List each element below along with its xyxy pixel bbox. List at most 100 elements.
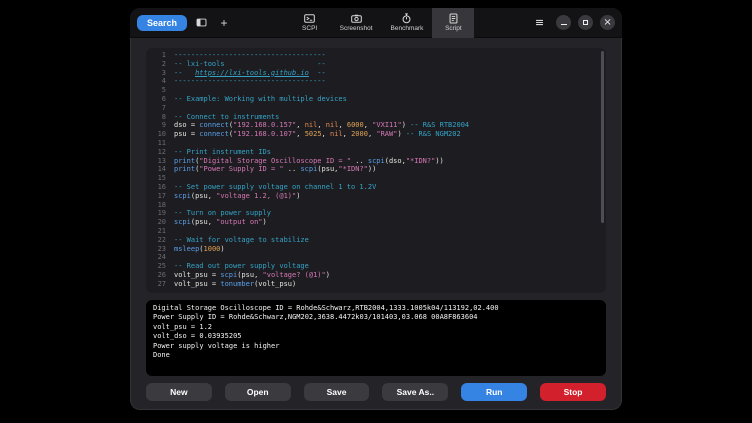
save-as-button[interactable]: Save As.. — [382, 383, 448, 401]
new-tab-button[interactable]: + — [215, 14, 233, 32]
code-lines: 1------------------------------------2--… — [151, 51, 596, 289]
line-number: 9 — [151, 121, 166, 130]
console-line: volt_dso = 0.03935205 — [153, 332, 599, 341]
line-number: 8 — [151, 113, 166, 122]
save-button[interactable]: Save — [304, 383, 370, 401]
code-text: -- Turn on power supply — [174, 209, 271, 218]
code-line: 14print("Power Supply ID = " .. scpi(psu… — [151, 165, 596, 174]
tab-bar: SCPI Screenshot Benchmark — [289, 8, 475, 38]
code-editor[interactable]: 1------------------------------------2--… — [146, 48, 606, 293]
line-number: 17 — [151, 192, 166, 201]
tab-screenshot[interactable]: Screenshot — [331, 8, 382, 38]
console-line: Power Supply ID = Rohde&Schwarz,NGM202,3… — [153, 313, 599, 322]
stop-button[interactable]: Stop — [540, 383, 606, 401]
line-number: 12 — [151, 148, 166, 157]
code-line: 9dso = connect("192.168.0.157", nil, nil… — [151, 121, 596, 130]
maximize-button[interactable] — [578, 15, 593, 30]
titlebar: Search + SCPI Sc — [130, 8, 622, 38]
window-content: 1------------------------------------2--… — [130, 38, 622, 410]
code-line: 18 — [151, 201, 596, 210]
code-text: volt_psu = scpi(psu, "voltage? (@1)") — [174, 271, 330, 280]
scrollbar-thumb[interactable] — [601, 51, 604, 223]
line-number: 10 — [151, 130, 166, 139]
console-line: Done — [153, 351, 599, 360]
window-controls: × — [556, 15, 615, 30]
line-number: 18 — [151, 201, 166, 210]
hamburger-menu-icon — [534, 17, 545, 28]
line-number: 13 — [151, 157, 166, 166]
tab-script[interactable]: Script — [432, 8, 474, 38]
code-line: 26volt_psu = scpi(psu, "voltage? (@1)") — [151, 271, 596, 280]
code-line: 2 -- lxi-tools -- — [151, 60, 596, 69]
code-text: -- Example: Working with multiple device… — [174, 95, 347, 104]
sidebar-toggle-icon — [196, 17, 207, 28]
code-line: 20scpi(psu, "output on") — [151, 218, 596, 227]
code-line: 16-- Set power supply voltage on channel… — [151, 183, 596, 192]
code-line: 13 print("Digital Storage Oscilloscope ID… — [151, 157, 596, 166]
code-line: 21 — [151, 227, 596, 236]
code-line: 8 -- Connect to instruments — [151, 113, 596, 122]
code-line: 17scpi(psu, "voltage 1.2, (@1)") — [151, 192, 596, 201]
line-number: 19 — [151, 209, 166, 218]
tab-scpi[interactable]: SCPI — [289, 8, 331, 38]
minimize-button[interactable] — [556, 15, 571, 30]
new-button[interactable]: New — [146, 383, 212, 401]
minimize-icon — [561, 24, 567, 26]
stopwatch-icon — [401, 13, 412, 24]
code-text: -- Set power supply voltage on channel 1… — [174, 183, 376, 192]
close-button[interactable]: × — [600, 15, 615, 30]
code-line: 27 volt_psu = tonumber(volt_psu) — [151, 280, 596, 289]
line-number: 23 — [151, 245, 166, 254]
camera-icon — [351, 13, 362, 24]
line-number: 14 — [151, 165, 166, 174]
line-number: 4 — [151, 77, 166, 86]
search-button[interactable]: Search — [137, 15, 187, 31]
editor-scrollbar[interactable] — [601, 51, 604, 290]
code-line: 1------------------------------------ — [151, 51, 596, 60]
line-number: 27 — [151, 280, 166, 289]
code-line: 4 ------------------------------------ — [151, 77, 596, 86]
code-text: -- lxi-tools -- — [174, 60, 326, 69]
terminal-icon — [304, 13, 315, 24]
code-line: 6 -- Example: Working with multiple devic… — [151, 95, 596, 104]
code-text: volt_psu = tonumber(volt_psu) — [174, 280, 296, 289]
tab-label: Script — [445, 25, 462, 32]
open-button[interactable]: Open — [225, 383, 291, 401]
code-text: ------------------------------------ — [174, 77, 326, 86]
line-number: 11 — [151, 139, 166, 148]
code-text: msleep(1000) — [174, 245, 225, 254]
primary-menu-button[interactable] — [530, 14, 548, 32]
maximize-icon — [583, 20, 588, 25]
console-line: Digital Storage Oscilloscope ID = Rohde&… — [153, 304, 599, 313]
line-number: 15 — [151, 174, 166, 183]
code-line: 3-- https://lxi-tools.github.io -- — [151, 69, 596, 78]
tab-benchmark[interactable]: Benchmark — [382, 8, 433, 38]
line-number: 25 — [151, 262, 166, 271]
code-text: psu = connect("192.168.0.107", 5025, nil… — [174, 130, 461, 139]
line-number: 6 — [151, 95, 166, 104]
output-console: Digital Storage Oscilloscope ID = Rohde&… — [146, 300, 606, 376]
run-button[interactable]: Run — [461, 383, 527, 401]
code-line: 24 — [151, 253, 596, 262]
tab-label: Screenshot — [340, 25, 373, 32]
code-line: 25 -- Read out power supply voltage — [151, 262, 596, 271]
code-text: -- Connect to instruments — [174, 113, 279, 122]
code-line: 19 -- Turn on power supply — [151, 209, 596, 218]
code-line: 7 — [151, 104, 596, 113]
line-number: 22 — [151, 236, 166, 245]
line-number: 1 — [151, 51, 166, 60]
line-number: 3 — [151, 69, 166, 78]
tab-label: Benchmark — [391, 25, 424, 32]
console-line: volt_psu = 1.2 — [153, 323, 599, 332]
line-number: 24 — [151, 253, 166, 262]
code-text: -- Read out power supply voltage — [174, 262, 309, 271]
console-line: Power supply voltage is higher — [153, 342, 599, 351]
code-text: print("Digital Storage Oscilloscope ID =… — [174, 157, 444, 166]
code-line: 12-- Print instrument IDs — [151, 148, 596, 157]
code-text: scpi(psu, "output on") — [174, 218, 267, 227]
sidebar-toggle-button[interactable] — [192, 14, 210, 32]
line-number: 21 — [151, 227, 166, 236]
line-number: 2 — [151, 60, 166, 69]
close-icon: × — [603, 18, 611, 28]
code-line: 15 — [151, 174, 596, 183]
